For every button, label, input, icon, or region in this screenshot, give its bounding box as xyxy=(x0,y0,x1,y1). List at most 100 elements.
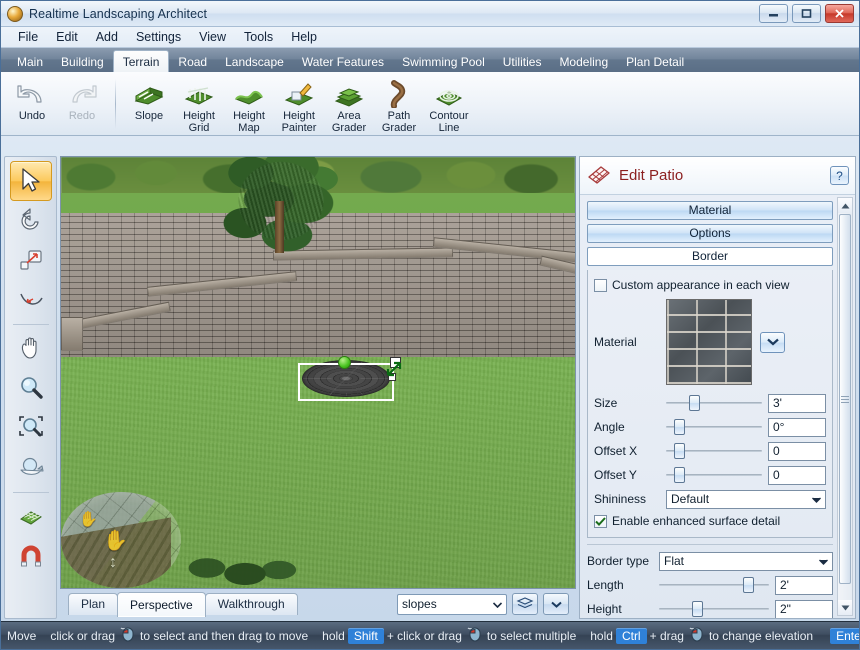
grid-tool-button[interactable] xyxy=(10,497,52,537)
tab-utilities[interactable]: Utilities xyxy=(494,53,551,72)
minimize-button[interactable] xyxy=(759,4,788,23)
enhanced-detail-row[interactable]: Enable enhanced surface detail xyxy=(594,511,826,531)
appearance-group: Custom appearance in each view Material … xyxy=(587,270,833,538)
border-length-slider[interactable] xyxy=(659,576,769,594)
rotate-tool-button[interactable] xyxy=(10,201,52,241)
scroll-down-arrow-icon[interactable] xyxy=(838,600,852,615)
layers-menu-button[interactable] xyxy=(543,593,569,615)
snap-tool-button[interactable] xyxy=(10,537,52,577)
border-height-value[interactable]: 2" xyxy=(775,599,833,618)
size-slider[interactable] xyxy=(666,394,762,412)
menu-bar: File Edit Add Settings View Tools Help xyxy=(1,27,859,48)
area-grader-button[interactable]: Area Grader xyxy=(324,75,374,134)
pan-tool-button[interactable] xyxy=(10,329,52,369)
tab-plan-detail[interactable]: Plan Detail xyxy=(617,53,693,72)
angle-value[interactable]: 0° xyxy=(768,417,826,437)
height-painter-label-1: Height xyxy=(283,110,315,122)
shininess-row: Shininess Default xyxy=(594,487,826,511)
layers-button[interactable] xyxy=(512,593,538,615)
chevron-down-icon xyxy=(492,597,503,611)
slider-thumb[interactable] xyxy=(742,577,754,593)
view-tab-walkthrough[interactable]: Walkthrough xyxy=(204,593,298,615)
status-text-1b: to select and then drag to move xyxy=(140,628,309,643)
zoom-tool-button[interactable] xyxy=(10,369,52,409)
path-grader-button[interactable]: Path Grader xyxy=(374,75,424,134)
tab-main[interactable]: Main xyxy=(8,53,52,72)
area-grader-label-2: Grader xyxy=(331,121,367,134)
offset-y-value[interactable]: 0 xyxy=(768,465,826,485)
tab-water-features[interactable]: Water Features xyxy=(293,53,393,72)
close-button[interactable] xyxy=(825,4,854,23)
angle-slider[interactable] xyxy=(666,418,762,436)
3d-viewport[interactable]: ✋ ✋ ↕ xyxy=(60,156,576,589)
area-grader-icon xyxy=(332,78,366,110)
custom-appearance-row[interactable]: Custom appearance in each view xyxy=(594,275,826,295)
mouse-left-button-icon xyxy=(465,626,484,646)
panel-scrollbar[interactable] xyxy=(837,197,853,616)
tab-modeling[interactable]: Modeling xyxy=(550,53,617,72)
offset-x-slider[interactable] xyxy=(666,442,762,460)
options-button[interactable]: Options xyxy=(587,224,833,243)
scale-tool-button[interactable] xyxy=(10,241,52,281)
tab-terrain[interactable]: Terrain xyxy=(112,50,170,72)
menu-view[interactable]: View xyxy=(190,28,235,46)
custom-appearance-label: Custom appearance in each view xyxy=(612,278,790,292)
slider-thumb[interactable] xyxy=(673,467,685,483)
selected-patio-object[interactable] xyxy=(298,355,402,401)
menu-help[interactable]: Help xyxy=(282,28,326,46)
slider-thumb[interactable] xyxy=(673,443,685,459)
select-tool-button[interactable] xyxy=(9,161,52,201)
slope-button[interactable]: Slope xyxy=(124,75,174,123)
help-button[interactable]: ? xyxy=(830,166,849,185)
shininess-select[interactable]: Default xyxy=(666,489,826,509)
status-bar: Move click or drag to select and then dr… xyxy=(1,621,859,649)
border-length-value[interactable]: 2' xyxy=(775,575,833,595)
offset-y-slider[interactable] xyxy=(666,466,762,484)
enhanced-detail-checkbox[interactable] xyxy=(594,514,607,528)
height-grid-label-1: Height xyxy=(183,110,215,122)
tab-landscape[interactable]: Landscape xyxy=(216,53,293,72)
view-tab-perspective[interactable]: Perspective xyxy=(117,591,206,617)
height-map-button[interactable]: Height Map xyxy=(224,75,274,134)
border-height-slider[interactable] xyxy=(659,600,769,618)
offset-x-value[interactable]: 0 xyxy=(768,441,826,461)
menu-edit[interactable]: Edit xyxy=(47,28,87,46)
menu-add[interactable]: Add xyxy=(87,28,127,46)
height-grid-button[interactable]: Height Grid xyxy=(174,75,224,134)
tab-building[interactable]: Building xyxy=(52,53,113,72)
material-swatch[interactable] xyxy=(666,299,752,385)
menu-file[interactable]: File xyxy=(9,28,47,46)
height-painter-button[interactable]: Height Painter xyxy=(274,75,324,134)
size-value[interactable]: 3' xyxy=(768,393,826,413)
material-dropdown-button[interactable] xyxy=(760,331,785,353)
contour-line-button[interactable]: Contour Line xyxy=(424,75,474,134)
slider-thumb[interactable] xyxy=(692,601,703,617)
tab-road[interactable]: Road xyxy=(169,53,216,72)
magnifier-icon xyxy=(18,375,44,404)
custom-appearance-checkbox[interactable] xyxy=(594,278,607,292)
border-button[interactable]: Border xyxy=(587,247,833,266)
orbit-tool-button[interactable] xyxy=(10,449,52,489)
hand-icon-overlay-1: ✋ xyxy=(79,511,98,528)
layer-select[interactable]: slopes xyxy=(397,593,507,615)
zoom-window-tool-button[interactable] xyxy=(10,409,52,449)
border-type-value: Flat xyxy=(664,553,685,568)
slider-thumb[interactable] xyxy=(689,395,701,411)
material-button[interactable]: Material xyxy=(587,201,833,220)
undo-button[interactable]: Undo xyxy=(7,75,57,123)
menu-tools[interactable]: Tools xyxy=(235,28,282,46)
maximize-button[interactable] xyxy=(792,4,821,23)
scroll-up-arrow-icon[interactable] xyxy=(838,198,852,213)
rotate-handle[interactable] xyxy=(338,356,351,369)
slider-thumb[interactable] xyxy=(673,419,685,435)
bend-tool-button[interactable] xyxy=(10,281,52,321)
view-tab-plan[interactable]: Plan xyxy=(68,593,119,615)
scrollbar-thumb[interactable] xyxy=(839,214,851,584)
border-type-select[interactable]: Flat xyxy=(659,551,833,571)
redo-button[interactable]: Redo xyxy=(57,75,107,123)
menu-settings[interactable]: Settings xyxy=(127,28,190,46)
offset-y-label: Offset Y xyxy=(594,468,637,482)
material-row: Material xyxy=(594,299,826,385)
contour-line-label-1: Contour xyxy=(429,110,469,122)
tab-swimming-pool[interactable]: Swimming Pool xyxy=(393,53,494,72)
